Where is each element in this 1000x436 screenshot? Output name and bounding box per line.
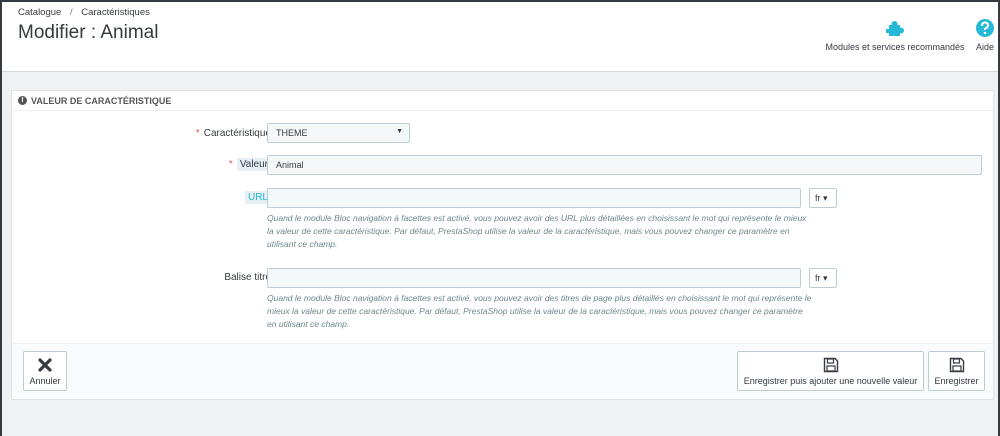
cancel-label: Annuler [29, 376, 61, 386]
recommended-modules-label: Modules et services recommandés [825, 42, 965, 52]
meta-title-label: Balise titre [224, 272, 271, 283]
required-mark: * [228, 159, 233, 170]
floppy-disk-icon [823, 357, 838, 373]
recommended-modules-button[interactable]: Modules et services recommandés [822, 16, 968, 52]
save-and-add-label: Enregistrer puis ajouter une nouvelle va… [743, 376, 918, 386]
puzzle-icon [886, 21, 904, 36]
feature-select-value: THEME [276, 128, 308, 138]
save-button[interactable]: Enregistrer [928, 351, 985, 391]
help-button[interactable]: Aide [972, 16, 998, 52]
panel-footer: Annuler Enregistrer puis ajouter une nou… [12, 343, 993, 399]
panel-heading: i VALEUR DE CARACTÉRISTIQUE [12, 91, 993, 111]
breadcrumb-catalogue[interactable]: Catalogue [18, 7, 61, 18]
url-help-text: Quand le module Bloc navigation à facett… [267, 213, 807, 249]
url-input[interactable] [267, 188, 801, 208]
value-input-text: Animal [276, 160, 304, 170]
question-circle-icon [976, 19, 994, 37]
meta-title-help-text: Quand le module Bloc navigation à facett… [267, 293, 812, 329]
value-label: * Valeur [228, 158, 271, 171]
floppy-disk-icon [949, 357, 964, 373]
info-circle-icon: i [18, 96, 27, 105]
save-label: Enregistrer [934, 376, 979, 386]
meta-title-input[interactable] [267, 268, 801, 288]
panel-title: VALEUR DE CARACTÉRISTIQUE [31, 95, 172, 106]
page-title: Modifier : Animal [18, 22, 159, 43]
breadcrumb: Catalogue / Caractéristiques [18, 7, 150, 18]
feature-value-panel: i VALEUR DE CARACTÉRISTIQUE * Caractérist… [11, 90, 994, 400]
url-language-dropdown[interactable]: fr ▾ [809, 188, 837, 208]
feature-select[interactable]: THEME ▼ [267, 123, 410, 143]
feature-label: * Caractéristique [195, 128, 271, 139]
save-and-add-button[interactable]: Enregistrer puis ajouter une nouvelle va… [737, 351, 924, 391]
breadcrumb-separator: / [69, 7, 73, 18]
breadcrumb-features[interactable]: Caractéristiques [81, 7, 150, 18]
meta-title-language-dropdown[interactable]: fr ▾ [809, 268, 837, 288]
caret-down-icon: ▼ [396, 128, 403, 135]
close-icon [38, 358, 52, 372]
help-label: Aide [975, 42, 994, 52]
required-mark: * [195, 128, 200, 139]
page-header: Catalogue / Caractéristiques Modifier : … [2, 2, 998, 72]
value-input[interactable]: Animal [267, 155, 982, 175]
cancel-button[interactable]: Annuler [23, 351, 67, 391]
